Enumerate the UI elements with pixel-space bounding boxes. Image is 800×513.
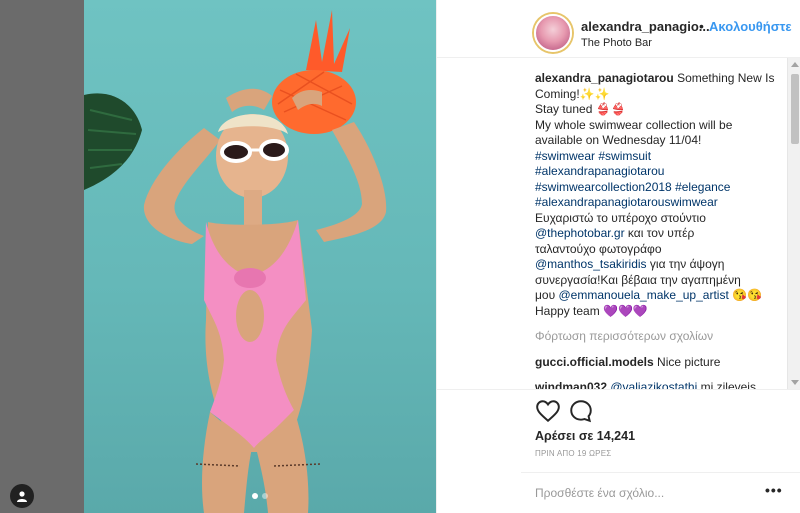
comment-username[interactable]: gucci.official.models xyxy=(535,355,654,369)
post-actions: Αρέσει σε 14,241 ΠΡΙΝ ΑΠΟ 19 ΩΡΕΣ ••• xyxy=(437,389,800,513)
person-icon xyxy=(17,491,27,502)
comment-row: windman032 @valiazikostathi mi zileveis.… xyxy=(535,380,785,389)
comment-text: Nice picture xyxy=(657,354,721,369)
pineapple xyxy=(272,10,356,134)
comment-button[interactable] xyxy=(568,398,594,424)
follow-button[interactable]: Ακολουθήστε xyxy=(709,19,792,34)
hashtag-link[interactable]: #swimsuit xyxy=(598,149,651,163)
likes-count[interactable]: Αρέσει σε 14,241 xyxy=(535,429,635,443)
caption-line: My whole swimwear collection will be xyxy=(535,117,733,132)
load-more-comments[interactable]: Φόρτωση περισσότερων σχολίων xyxy=(535,329,785,345)
avatar[interactable] xyxy=(534,14,572,52)
location-link[interactable]: The Photo Bar xyxy=(581,37,652,49)
caption-emoji: 😘😘 xyxy=(732,288,763,302)
caption-text: και τον υπέρ xyxy=(627,226,695,240)
add-comment-section: ••• xyxy=(521,472,800,513)
caption-line: συνεργασία!Και βέβαια την αγαπημένη xyxy=(535,272,741,287)
caption-text: μου xyxy=(535,288,556,302)
like-button[interactable] xyxy=(535,398,561,424)
carousel-dot-1[interactable] xyxy=(252,493,258,499)
hashtag-link[interactable]: #elegance xyxy=(675,180,730,194)
hashtag-link[interactable]: #alexandrapanagiotarou xyxy=(535,164,664,178)
carousel-dot-2[interactable] xyxy=(262,493,268,499)
user-tags-button[interactable] xyxy=(10,484,34,508)
hashtag-link[interactable]: #swimwearcollection2018 xyxy=(535,180,672,194)
mention-link[interactable]: @manthos_tsakiridis xyxy=(535,257,647,271)
mention-link[interactable]: @valiazikostathi xyxy=(610,380,697,389)
post-timestamp[interactable]: ΠΡΙΝ ΑΠΟ 19 ΩΡΕΣ xyxy=(535,449,611,458)
mention-link[interactable]: @emmanouela_make_up_artist xyxy=(559,288,729,302)
caption-line: available on Wednesday 11/04! xyxy=(535,133,702,147)
comment-username[interactable]: windman032 xyxy=(535,380,607,389)
photo-illustration xyxy=(84,10,387,513)
caption-line: Stay tuned 👙👙 xyxy=(535,102,626,116)
add-comment-input[interactable] xyxy=(535,483,761,503)
caption-line: Ευχαριστώ το υπέροχο στούντιο xyxy=(535,210,706,225)
scroll-thumb[interactable] xyxy=(791,74,799,144)
palm-leaf xyxy=(84,93,142,190)
mention-link[interactable]: @thephotobar.gr xyxy=(535,226,625,240)
comments-list[interactable]: alexandra_panagiotarou Something New Is … xyxy=(535,71,785,389)
scroll-up-arrow-icon[interactable] xyxy=(791,62,799,67)
post-photo[interactable] xyxy=(84,0,436,513)
comments-scrollbar[interactable] xyxy=(787,58,800,389)
header-username[interactable]: alexandra_panagio... xyxy=(581,19,710,34)
hashtag-link[interactable]: #swimwear xyxy=(535,149,595,163)
comment-row: gucci.official.models Nice picture xyxy=(535,355,785,371)
caption-line: Happy team 💜💜💜 xyxy=(535,303,648,318)
caption-line: ταλαντούχο φωτογράφο xyxy=(535,241,662,256)
post-details-pane: alexandra_panagio... • Ακολουθήστε The P… xyxy=(436,0,800,513)
speech-bubble-icon xyxy=(570,400,592,423)
hashtag-link[interactable]: #alexandrapanagiotarouswimwear xyxy=(535,195,718,209)
caption-line: Coming!✨✨ xyxy=(535,86,610,101)
carousel-indicator xyxy=(84,493,436,499)
header-separator: • xyxy=(699,18,704,34)
scroll-down-arrow-icon[interactable] xyxy=(791,380,799,385)
more-options-button[interactable]: ••• xyxy=(765,482,783,498)
caption-text: Something New Is xyxy=(677,71,775,85)
model-head xyxy=(216,114,288,230)
caption-username[interactable]: alexandra_panagiotarou xyxy=(535,71,674,85)
caption-text: για την άψογη xyxy=(649,257,725,271)
heart-outline-icon xyxy=(536,400,560,423)
post-header: alexandra_panagio... • Ακολουθήστε The P… xyxy=(437,0,800,58)
comment-text: mi zileveis... xyxy=(700,380,766,389)
